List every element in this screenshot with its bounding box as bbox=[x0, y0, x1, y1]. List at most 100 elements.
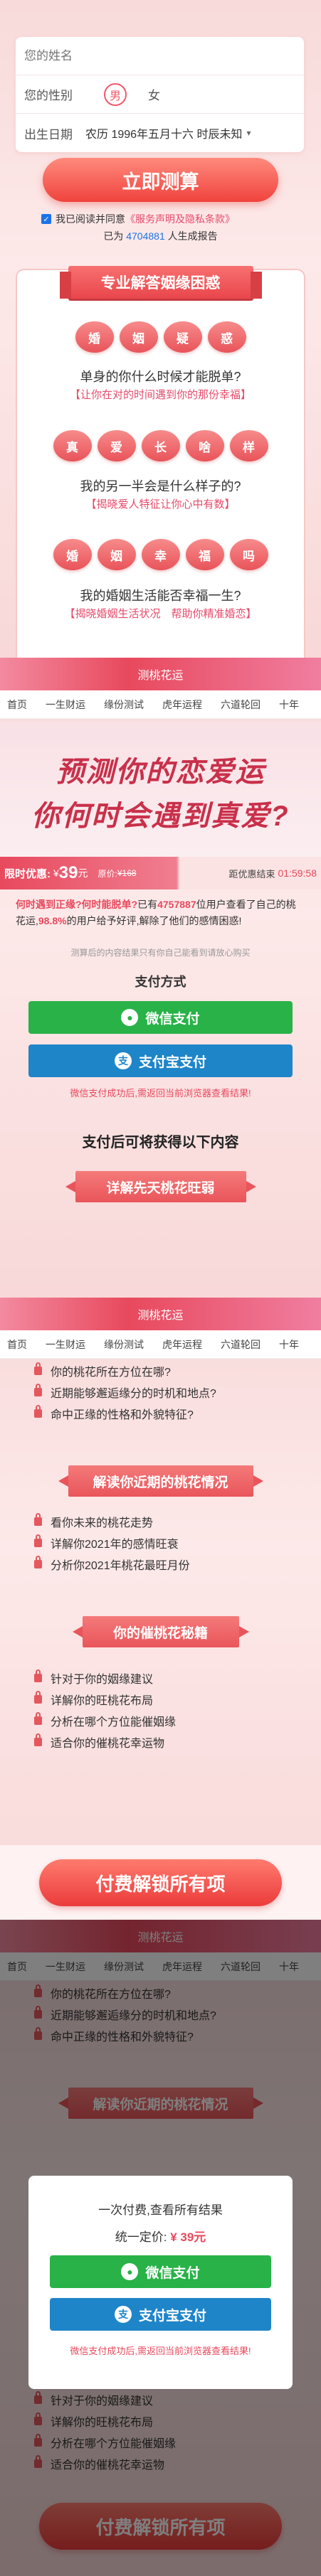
wechat-pay-label: 微信支付 bbox=[145, 1011, 200, 1027]
chevron-down-icon: ▾ bbox=[246, 128, 251, 138]
nav-item[interactable]: 十年 bbox=[279, 698, 299, 712]
after-pay-title: 支付后可将获得以下内容 bbox=[82, 1135, 239, 1150]
wechat-icon: ● bbox=[121, 1009, 139, 1026]
app-title: 测桃花运 bbox=[137, 670, 184, 682]
nav-bar: 首页 一生财运 缘份测试 虎年运程 六道轮回 十年 bbox=[0, 690, 321, 719]
alipay-button[interactable]: 支支付宝支付 bbox=[28, 1044, 293, 1077]
bubble-char: 爱 bbox=[97, 430, 136, 461]
gender-male-radio[interactable]: 男 bbox=[104, 82, 127, 106]
lock-icon bbox=[34, 1691, 42, 1704]
bubble-char: 样 bbox=[229, 430, 268, 461]
list-item: 看你未来的桃花走势 bbox=[34, 1511, 190, 1532]
pay-hint: 微信支付成功后,需返回当前浏览器查看结果! bbox=[70, 1088, 251, 1099]
name-input[interactable] bbox=[24, 48, 295, 63]
hero-banner: 预测你的恋爱运 你何时会遇到真爱? bbox=[0, 722, 321, 857]
list-item: 分析你2021年桃花最旺月份 bbox=[34, 1554, 190, 1575]
price-label: 限时优惠: bbox=[4, 867, 51, 880]
bubble-char: 婚 bbox=[53, 539, 92, 570]
price-currency: ¥ bbox=[53, 867, 59, 879]
agree-checkbox[interactable]: ✓ bbox=[41, 214, 51, 224]
promo-text: 何时遇到正缘?何时能脱单?已有4757887位用户查看了自己的桃花运,98.8%… bbox=[16, 897, 305, 929]
wechat-icon: ● bbox=[121, 2263, 139, 2280]
orig-price: ¥168 bbox=[117, 868, 137, 878]
promo-text-3: 的用户给予好评,解除了他们的感情困惑! bbox=[66, 915, 242, 926]
list-item: 详解你2021年的感情旺衰 bbox=[34, 1532, 190, 1554]
list-item: 命中正缘的性格和外貌特征? bbox=[34, 1403, 216, 1424]
modal-wechat-label: 微信支付 bbox=[145, 2265, 200, 2281]
pay-method-title: 支付方式 bbox=[135, 975, 186, 989]
hero-line-2: 你何时会遇到真爱? bbox=[31, 801, 290, 832]
pay-modal: 一次付费,查看所有结果 统一定价: ¥ 39元 ● 微信支付 支支付宝支付 微信支… bbox=[28, 2176, 293, 2389]
question-2-sub: 【揭晓爱人特征让你心中有数】 bbox=[85, 498, 236, 511]
nav-item[interactable]: 缘份测试 bbox=[104, 698, 144, 712]
lock-icon bbox=[34, 1712, 42, 1725]
promo-title: 何时遇到正缘?何时能脱单? bbox=[16, 899, 138, 910]
price-value: 39 bbox=[58, 863, 78, 882]
promo-text-1: 已有 bbox=[137, 899, 158, 910]
list-item-text: 分析在哪个方位能催姻缘 bbox=[51, 1716, 177, 1728]
modal-alipay-label: 支付宝支付 bbox=[138, 2308, 206, 2324]
hero-line-1: 预测你的恋爱运 bbox=[56, 757, 265, 788]
bubble-char: 真 bbox=[53, 430, 92, 461]
submit-button[interactable]: 立即测算 bbox=[43, 158, 278, 202]
birth-row[interactable]: 出生日期 农历 1996年五月十六 时辰未知 ▾ bbox=[16, 114, 304, 152]
bubble-char: 幸 bbox=[141, 539, 180, 570]
list-item: 详解你的旺桃花布局 bbox=[34, 1689, 176, 1710]
price-bar: 限时优惠: ¥ 39 元 原价: ¥168 距优惠结束 01:59:58 bbox=[0, 857, 321, 889]
nav-item[interactable]: 首页 bbox=[7, 1337, 27, 1352]
question-1-sub: 【让你在对的时间遇到你的那份幸福】 bbox=[69, 389, 251, 401]
secret-banner: 你的催桃花秘籍 bbox=[72, 1616, 249, 1647]
count-prefix: 已为 bbox=[103, 230, 124, 242]
gender-female-radio[interactable]: 女 bbox=[148, 85, 160, 103]
list-item: 近期能够邂逅缘分的时机和地点? bbox=[34, 1381, 216, 1403]
count-suffix: 人生成报告 bbox=[167, 230, 218, 242]
modal-text: 一次付费,查看所有结果 bbox=[98, 2203, 223, 2217]
nav-item[interactable]: 一生财运 bbox=[46, 698, 85, 712]
list-a: 你的桃花所在方位在哪? 近期能够邂逅缘分的时机和地点? 命中正缘的性格和外貌特征… bbox=[34, 1360, 216, 1424]
nav-bar: 首页 一生财运 缘份测试 虎年运程 六道轮回 十年 bbox=[0, 1330, 321, 1359]
nav-item[interactable]: 一生财运 bbox=[46, 1337, 85, 1352]
nav-item[interactable]: 虎年运程 bbox=[162, 698, 202, 712]
modal-page: 测桃花运 首页 一生财运 缘份测试 虎年运程 六道轮回 十年 你的桃花所在方位在… bbox=[0, 1920, 321, 2576]
agree-prefix: 我已阅读并同意 bbox=[56, 213, 125, 225]
nav-item[interactable]: 虎年运程 bbox=[162, 1337, 202, 1352]
unlock-label: 付费解锁所有项 bbox=[95, 1873, 226, 1895]
nav-item[interactable]: 缘份测试 bbox=[104, 1337, 144, 1352]
detail-banner-text: 详解先天桃花旺弱 bbox=[106, 1180, 215, 1196]
bubble-char: 长 bbox=[141, 430, 180, 461]
countdown-value: 01:59:58 bbox=[278, 867, 317, 879]
modal-wechat-button[interactable]: ● 微信支付 bbox=[50, 2255, 271, 2288]
submit-label: 立即测算 bbox=[122, 171, 199, 193]
app-title: 测桃花运 bbox=[137, 1310, 184, 1322]
alipay-label: 支付宝支付 bbox=[138, 1054, 206, 1070]
modal-alipay-button[interactable]: 支支付宝支付 bbox=[50, 2298, 271, 2331]
list-c: 针对于你的姻缘建议 详解你的旺桃花布局 分析在哪个方位能催姻缘 适合你的催桃花幸… bbox=[34, 1667, 176, 1753]
birth-label: 出生日期 bbox=[24, 127, 73, 141]
bubble-char: 啥 bbox=[185, 430, 224, 461]
nav-item[interactable]: 首页 bbox=[7, 698, 27, 712]
list-item: 针对于你的姻缘建议 bbox=[34, 1667, 176, 1689]
list-item: 适合你的催桃花幸运物 bbox=[34, 1731, 176, 1753]
birth-value[interactable]: 农历 1996年五月十六 时辰未知 bbox=[85, 124, 243, 141]
list-item-text: 详解你2021年的感情旺衰 bbox=[51, 1539, 179, 1551]
wechat-pay-button[interactable]: ● 微信支付 bbox=[28, 1001, 293, 1034]
unlock-all-button[interactable]: 付费解锁所有项 bbox=[39, 1859, 282, 1906]
question-2: 我的另一半会是什么样子的? bbox=[80, 479, 241, 493]
nav-item[interactable]: 六道轮回 bbox=[221, 1337, 261, 1352]
question-3-sub: 【揭晓婚姻生活状况 帮助你精准婚恋】 bbox=[64, 608, 257, 620]
privacy-link[interactable]: 《服务声明及隐私条款》 bbox=[125, 212, 235, 226]
bubble-char: 吗 bbox=[229, 539, 268, 570]
nav-item[interactable]: 六道轮回 bbox=[221, 698, 261, 712]
section-title-text: 专业解答姻缘困惑 bbox=[100, 275, 221, 292]
promo-rate: 98.8% bbox=[38, 915, 67, 926]
nav-item[interactable]: 十年 bbox=[279, 1337, 299, 1352]
name-row bbox=[16, 37, 304, 75]
list-item-text: 命中正缘的性格和外貌特征? bbox=[51, 1409, 194, 1421]
payment-page: 测桃花运 首页 一生财运 缘份测试 虎年运程 六道轮回 十年 预测你的恋爱运 你… bbox=[0, 658, 321, 1298]
alipay-icon: 支 bbox=[114, 1052, 132, 1069]
modal-hint: 微信支付成功后,需返回当前浏览器查看结果! bbox=[70, 2346, 251, 2356]
list-b: 看你未来的桃花走势 详解你2021年的感情旺衰 分析你2021年桃花最旺月份 bbox=[34, 1511, 190, 1575]
content-list-page: 测桃花运 首页 一生财运 缘份测试 虎年运程 六道轮回 十年 你的桃花所在方位在… bbox=[0, 1298, 321, 1920]
bubbles-group-3: 婚 姻 幸 福 吗 bbox=[17, 539, 304, 570]
info-form: 您的性别 男 女 出生日期 农历 1996年五月十六 时辰未知 ▾ bbox=[16, 37, 304, 152]
